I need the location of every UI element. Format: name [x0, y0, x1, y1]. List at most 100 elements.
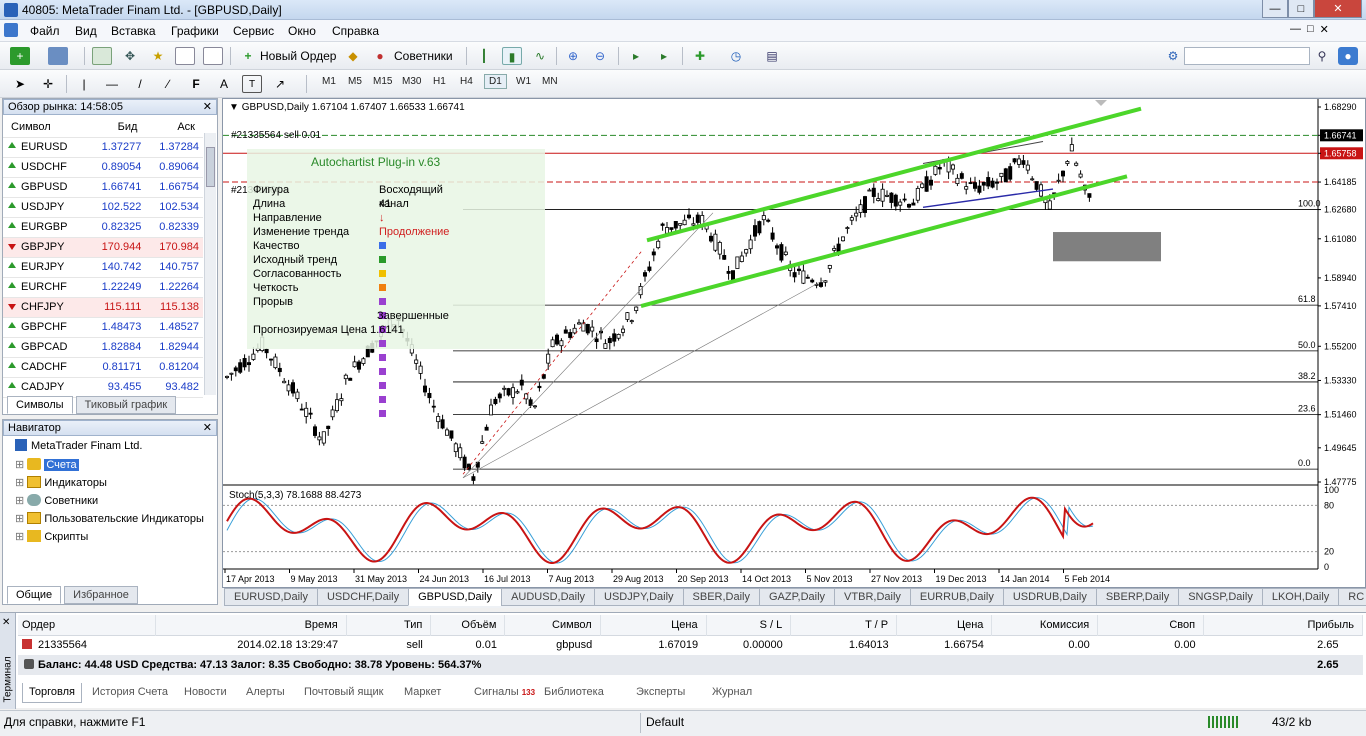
terminal-tab[interactable]: Маркет — [404, 683, 441, 703]
market-row[interactable]: CHFJPY 115.111 115.138 — [3, 297, 203, 318]
chart-tab[interactable]: GBPUSD,Daily — [408, 588, 503, 606]
cursor-icon[interactable]: ➤ — [10, 75, 30, 93]
candles-icon[interactable]: ▮ — [502, 47, 522, 65]
menu-tools[interactable]: Сервис — [233, 24, 274, 38]
text-label-icon[interactable]: T — [242, 75, 262, 93]
table-row[interactable]: 21335564 2014.02.18 13:29:47 sell 0.01 gbpus… — [18, 635, 1363, 655]
market-row[interactable]: CADJPY 93.455 93.482 — [3, 377, 203, 398]
data-window-icon[interactable]: ✥ — [120, 47, 140, 65]
advisors-button[interactable]: Советники — [394, 49, 453, 63]
equidistant-channel-icon[interactable]: ∕ — [158, 75, 178, 93]
market-row[interactable]: GBPUSD 1.66741 1.66754 — [3, 177, 203, 198]
col-header[interactable]: Цена — [896, 615, 993, 635]
chart-tab[interactable]: LKOH,Daily — [1261, 588, 1340, 606]
chart-tab[interactable]: SNGSP,Daily — [1178, 588, 1263, 606]
tf-m30[interactable]: M30 — [402, 76, 421, 87]
col-header[interactable]: Прибыль — [1203, 615, 1363, 635]
zoom-in-icon[interactable]: ⊕ — [563, 47, 583, 65]
col-header[interactable]: Объём — [430, 615, 506, 635]
terminal-tab[interactable]: Журнал — [712, 683, 752, 703]
market-row[interactable]: CADCHF 0.81171 0.81204 — [3, 357, 203, 378]
col-header[interactable]: Своп — [1097, 615, 1205, 635]
col-header[interactable]: T / P — [790, 615, 898, 635]
col-header[interactable]: Символ — [504, 615, 601, 635]
chart-window[interactable]: 1.68290 1.66741 1.65758 1.64185 1.62680 1.610… — [222, 98, 1366, 588]
fibonacci-icon[interactable]: F — [186, 75, 206, 93]
col-header[interactable]: Тип — [346, 615, 432, 635]
close-icon[interactable]: ✕ — [203, 421, 212, 435]
col-header[interactable]: Время — [155, 615, 347, 635]
nav-item-custom-indicators[interactable]: ⊞ Пользовательские Индикаторы — [15, 510, 204, 528]
terminal-icon[interactable] — [175, 47, 195, 65]
indicators-icon[interactable]: ✚ — [690, 47, 710, 65]
advisors-icon[interactable]: ● — [370, 47, 390, 65]
tab-common[interactable]: Общие — [7, 586, 62, 604]
market-row[interactable]: GBPCHF 1.48473 1.48527 — [3, 317, 203, 338]
nav-item-accounts[interactable]: ⊞ Счета — [15, 456, 204, 474]
bar-chart-icon[interactable]: ┃ — [474, 47, 494, 65]
chart-tab[interactable]: RC — [1338, 588, 1366, 606]
terminal-tab[interactable]: Алерты — [246, 683, 285, 703]
periods-icon[interactable]: ◷ — [726, 47, 746, 65]
chart-tab[interactable]: AUDUSD,Daily — [501, 588, 596, 606]
menu-file[interactable]: Файл — [30, 24, 60, 38]
tab-symbols[interactable]: Символы — [7, 396, 73, 414]
metaeditor-icon[interactable]: ◆ — [343, 47, 363, 65]
col-header[interactable]: S / L — [706, 615, 792, 635]
maximize-button[interactable]: □ — [1288, 0, 1314, 18]
settings-gear-icon[interactable]: ⚙ — [1163, 47, 1183, 65]
menu-window[interactable]: Окно — [288, 24, 316, 38]
menu-help[interactable]: Справка — [332, 24, 379, 38]
tab-tick-chart[interactable]: Тиковый график — [75, 396, 177, 414]
tf-d1[interactable]: D1 — [484, 74, 507, 89]
chart-tab[interactable]: GAZP,Daily — [759, 588, 836, 606]
col-bid[interactable]: Бид — [87, 117, 146, 138]
col-header[interactable]: Комиссия — [991, 615, 1099, 635]
market-row[interactable]: EURGBP 0.82325 0.82339 — [3, 217, 203, 238]
templates-icon[interactable]: ▤ — [762, 47, 782, 65]
nav-item-scripts[interactable]: ⊞ Скрипты — [15, 528, 204, 546]
col-header[interactable]: Цена — [600, 615, 707, 635]
arrows-icon[interactable]: ↗ — [270, 75, 290, 93]
terminal-tab[interactable]: Торговля — [22, 683, 82, 703]
text-icon[interactable]: A — [214, 75, 234, 93]
col-header[interactable]: Ордер — [18, 615, 157, 635]
market-watch-icon[interactable] — [92, 47, 112, 65]
terminal-tab[interactable]: История Счета — [92, 683, 168, 703]
chart-tab[interactable]: SBERP,Daily — [1095, 588, 1180, 606]
minimize-button[interactable]: — — [1262, 0, 1288, 18]
autoscroll-icon[interactable]: ▸ — [626, 47, 646, 65]
market-row[interactable]: USDCHF 0.89054 0.89064 — [3, 157, 203, 178]
close-icon[interactable]: ✕ — [203, 100, 212, 114]
menu-charts[interactable]: Графики — [171, 24, 219, 38]
market-row[interactable]: GBPJPY 170.944 170.984 — [3, 237, 203, 258]
tf-m1[interactable]: M1 — [322, 76, 336, 87]
chart-tab[interactable]: USDCHF,Daily — [316, 588, 410, 606]
new-chart-icon[interactable]: + — [10, 47, 30, 65]
market-watch-scrollbar[interactable] — [204, 133, 216, 395]
terminal-tab[interactable]: Сигналы 133 — [474, 683, 535, 703]
tf-h1[interactable]: H1 — [433, 76, 446, 87]
crosshair-icon[interactable]: ✛ — [38, 75, 58, 93]
terminal-tab[interactable]: Новости — [184, 683, 227, 703]
nav-item-advisors[interactable]: ⊞ Советники — [15, 492, 204, 510]
chart-shift-icon[interactable]: ▸ — [654, 47, 674, 65]
tf-m15[interactable]: M15 — [373, 76, 392, 87]
market-row[interactable]: USDJPY 102.522 102.534 — [3, 197, 203, 218]
menu-insert[interactable]: Вставка — [111, 24, 156, 38]
terminal-tab[interactable]: Библиотека — [544, 683, 604, 703]
zoom-out-icon[interactable]: ⊖ — [590, 47, 610, 65]
line-chart-icon[interactable]: ∿ — [530, 47, 550, 65]
tf-h4[interactable]: H4 — [460, 76, 473, 87]
chart-tab[interactable]: EURRUB,Daily — [909, 588, 1004, 606]
community-icon[interactable]: ● — [1338, 47, 1358, 65]
close-icon[interactable]: ✕ — [2, 617, 10, 628]
chart-tab[interactable]: USDJPY,Daily — [594, 588, 684, 606]
terminal-tab[interactable]: Эксперты — [636, 683, 685, 703]
tf-mn[interactable]: MN — [542, 76, 558, 87]
new-order-icon[interactable]: + — [238, 47, 258, 65]
new-order-button[interactable]: Новый Ордер — [260, 49, 336, 63]
chart-tab[interactable]: VTBR,Daily — [834, 588, 911, 606]
tf-w1[interactable]: W1 — [516, 76, 531, 87]
chart-tab[interactable]: SBER,Daily — [682, 588, 760, 606]
